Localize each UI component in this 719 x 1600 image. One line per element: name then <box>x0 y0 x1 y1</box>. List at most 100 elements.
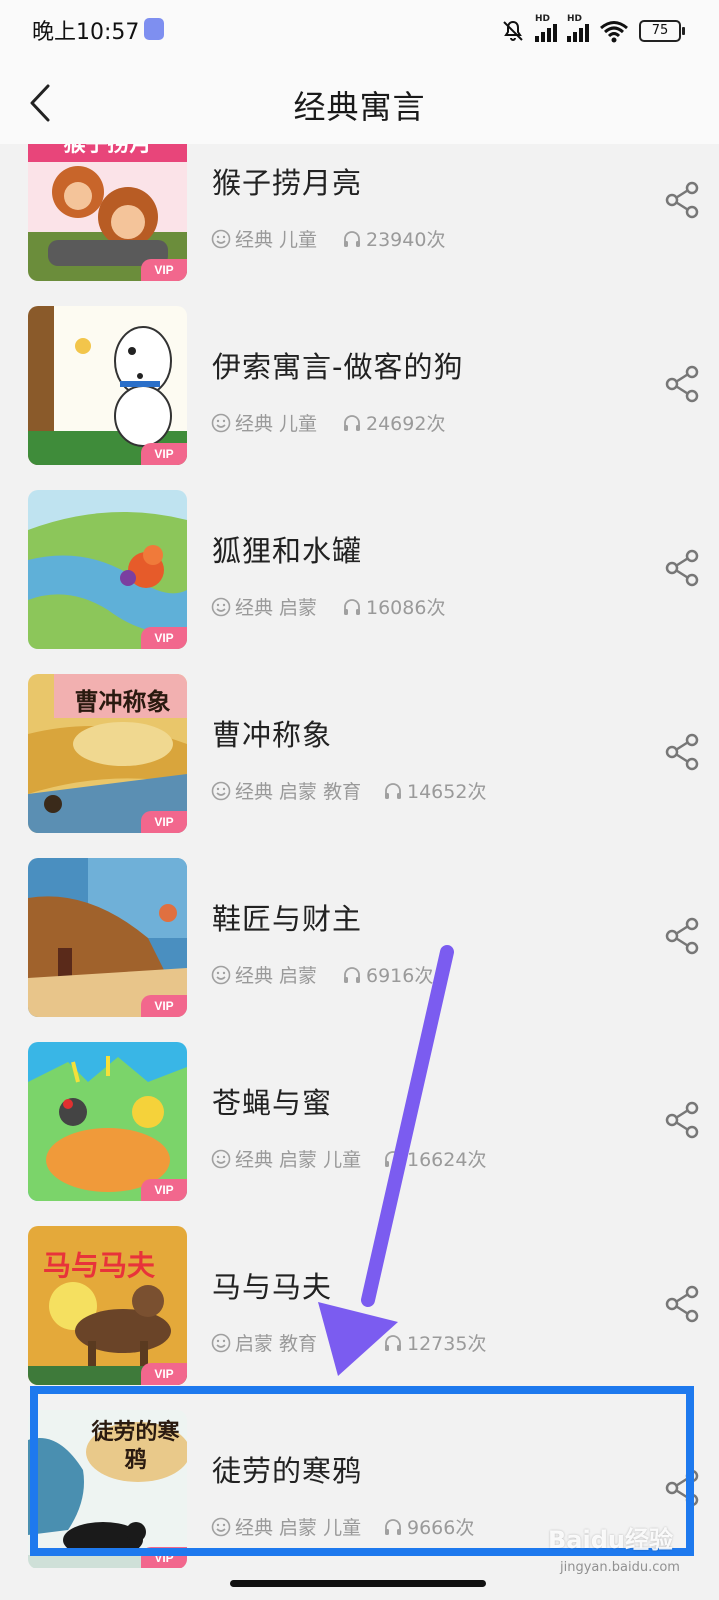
story-list[interactable]: 猴子捞月 VIP 猴子捞月亮 经典 儿童 23940次 VIP 伊索寓言-做客的… <box>0 144 719 1568</box>
cover-image: VIP <box>28 490 187 649</box>
cover-image: 徒劳的寒鸦 VIP <box>28 1410 187 1568</box>
item-meta: 启蒙 教育 12735次 <box>211 1329 486 1356</box>
share-button[interactable] <box>664 916 700 956</box>
cover-title: 猴子捞月 <box>63 144 152 157</box>
play-count-value: 14652次 <box>407 781 487 803</box>
item-tags: 经典 启蒙 <box>235 597 318 619</box>
item-title: 鞋匠与财主 <box>212 902 363 936</box>
vip-badge: VIP <box>141 627 187 649</box>
headphones-icon <box>344 966 360 983</box>
cover-title: 马与马夫 <box>42 1249 155 1282</box>
item-title: 伊索寓言-做客的狗 <box>212 350 464 384</box>
page-title: 经典寓言 <box>293 88 426 126</box>
list-item[interactable]: VIP 狐狸和水罐 经典 启蒙 16086次 <box>0 490 719 674</box>
headphones-icon <box>344 598 360 615</box>
item-title: 猴子捞月亮 <box>212 166 363 200</box>
smile-icon <box>211 597 231 616</box>
battery-icon: 75 <box>639 20 685 42</box>
cover-image: VIP <box>28 858 187 1017</box>
item-tags: 经典 启蒙 教育 <box>235 781 362 803</box>
vip-badge: VIP <box>141 259 187 281</box>
item-meta: 经典 启蒙 6916次 <box>211 961 433 988</box>
item-title: 苍蝇与蜜 <box>212 1086 333 1120</box>
smile-icon <box>211 1517 231 1536</box>
item-meta: 经典 启蒙 儿童 9666次 <box>211 1513 474 1540</box>
watermark-url: jingyan.baidu.com <box>560 1560 680 1575</box>
item-tags: 启蒙 教育 <box>235 1333 318 1355</box>
item-tags: 经典 启蒙 <box>235 965 318 987</box>
app-notification-icon <box>144 18 164 40</box>
play-count: 16086次 <box>342 593 445 620</box>
play-count: 24692次 <box>342 409 445 436</box>
cover-title: 曹冲称象 <box>74 687 171 716</box>
share-button[interactable] <box>664 1100 700 1140</box>
play-count-value: 23940次 <box>366 229 446 251</box>
cover-image: VIP <box>28 1042 187 1201</box>
headphones-icon <box>385 1334 401 1351</box>
cover-title: 徒劳的寒鸦 <box>91 1419 180 1473</box>
mute-bell-icon <box>503 20 523 41</box>
smile-icon <box>211 965 231 984</box>
share-button[interactable] <box>664 548 700 588</box>
share-button[interactable] <box>664 180 700 220</box>
vip-badge: VIP <box>141 811 187 833</box>
play-count: 12735次 <box>383 1329 486 1356</box>
smile-icon <box>211 229 231 248</box>
cover-image: 猴子捞月 VIP <box>28 144 187 281</box>
headphones-icon <box>385 1518 401 1535</box>
play-count-value: 6916次 <box>366 965 434 987</box>
vip-badge: VIP <box>141 1547 187 1568</box>
wifi-icon <box>600 21 628 43</box>
vip-badge: VIP <box>141 1363 187 1385</box>
play-count-value: 16624次 <box>407 1149 487 1171</box>
play-count: 9666次 <box>383 1513 474 1540</box>
item-meta: 经典 儿童 24692次 <box>211 409 445 436</box>
list-item[interactable]: 马与马夫 VIP 马与马夫 启蒙 教育 12735次 <box>0 1226 719 1410</box>
list-item[interactable]: VIP 苍蝇与蜜 经典 启蒙 儿童 16624次 <box>0 1042 719 1226</box>
play-count-value: 9666次 <box>407 1517 475 1539</box>
headphones-icon <box>385 1150 401 1167</box>
list-item[interactable]: VIP 鞋匠与财主 经典 启蒙 6916次 <box>0 858 719 1042</box>
play-count: 16624次 <box>383 1145 486 1172</box>
cover-image: VIP <box>28 306 187 465</box>
smile-icon <box>211 1149 231 1168</box>
item-tags: 经典 儿童 <box>235 413 318 435</box>
status-bar: 晚上10:57 HD HD 75 <box>0 0 719 62</box>
share-button[interactable] <box>664 1284 700 1324</box>
headphones-icon <box>344 230 360 247</box>
item-title: 徒劳的寒鸦 <box>212 1454 363 1488</box>
list-item[interactable]: 猴子捞月 VIP 猴子捞月亮 经典 儿童 23940次 <box>0 144 719 306</box>
nav-bar: 经典寓言 <box>0 62 719 144</box>
list-item[interactable]: 曹冲称象 VIP 曹冲称象 经典 启蒙 教育 14652次 <box>0 674 719 858</box>
share-button[interactable] <box>664 364 700 404</box>
vip-badge: VIP <box>141 443 187 465</box>
smile-icon <box>211 1333 231 1352</box>
share-button[interactable] <box>664 732 700 772</box>
item-meta: 经典 启蒙 儿童 16624次 <box>211 1145 486 1172</box>
item-meta: 经典 启蒙 16086次 <box>211 593 445 620</box>
play-count-value: 16086次 <box>366 597 446 619</box>
play-count: 14652次 <box>383 777 486 804</box>
play-count-value: 12735次 <box>407 1333 487 1355</box>
list-item[interactable]: VIP 伊索寓言-做客的狗 经典 儿童 24692次 <box>0 306 719 490</box>
vip-badge: VIP <box>141 1179 187 1201</box>
item-tags: 经典 启蒙 儿童 <box>235 1149 362 1171</box>
smile-icon <box>211 781 231 800</box>
hd-signal-icon: HD <box>567 14 589 42</box>
item-title: 狐狸和水罐 <box>212 534 363 568</box>
share-button[interactable] <box>664 1468 700 1508</box>
status-time: 晚上10:57 <box>32 20 140 45</box>
watermark-logo: Baidu经验 <box>548 1526 673 1554</box>
item-title: 马与马夫 <box>212 1270 333 1304</box>
play-count: 6916次 <box>342 961 433 988</box>
cover-image: 马与马夫 VIP <box>28 1226 187 1385</box>
vip-badge: VIP <box>141 995 187 1017</box>
home-indicator[interactable] <box>230 1580 486 1587</box>
hd-signal-icon: HD <box>535 14 557 42</box>
cover-image: 曹冲称象 VIP <box>28 674 187 833</box>
headphones-icon <box>344 414 360 431</box>
smile-icon <box>211 413 231 432</box>
item-tags: 经典 启蒙 儿童 <box>235 1517 362 1539</box>
item-meta: 经典 儿童 23940次 <box>211 225 445 252</box>
item-title: 曹冲称象 <box>212 718 333 752</box>
